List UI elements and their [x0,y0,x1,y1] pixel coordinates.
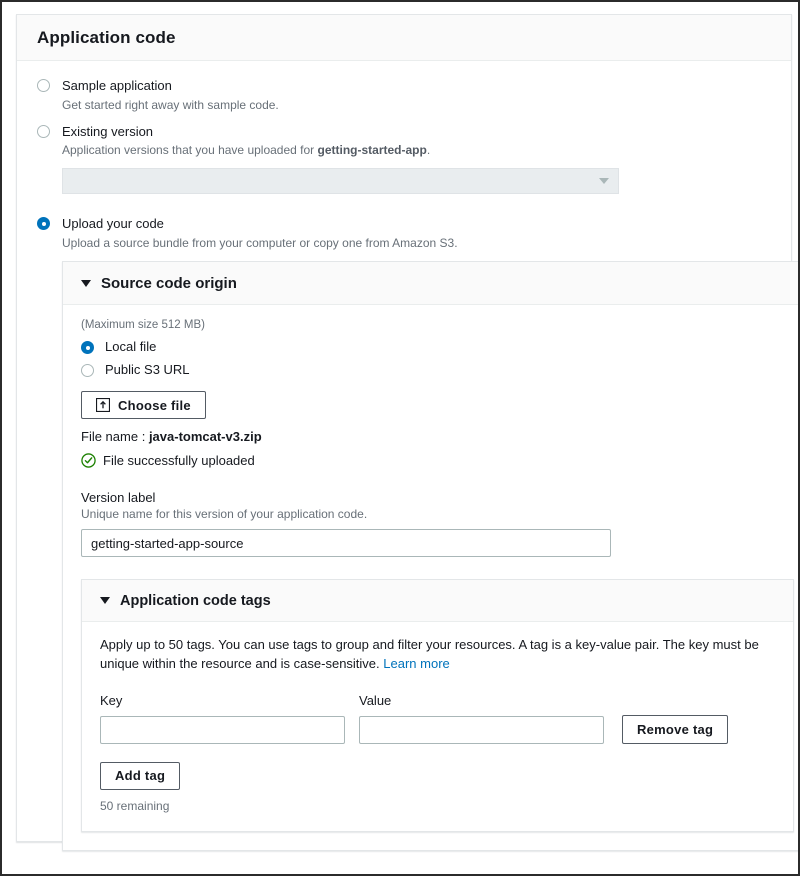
file-name-value: java-tomcat-v3.zip [148,429,262,445]
application-name: getting-started-app [317,143,427,158]
description-prefix: Application versions that you have uploa… [62,143,318,158]
upload-status-text: File successfully uploaded [103,453,255,469]
application-code-panel: Application code Sample application Get … [16,14,798,851]
tag-value-input[interactable] [359,715,604,744]
choose-file-button[interactable]: Choose file [81,391,206,420]
radio-indicator-public-s3-url[interactable] [81,364,94,378]
radio-indicator-existing-version[interactable] [37,124,50,138]
existing-version-select[interactable] [62,168,619,195]
radio-option-upload-your-code[interactable]: Upload your code Upload a source bundle … [37,215,771,251]
tags-remaining-count: 50 remaining [100,798,170,813]
caret-down-icon[interactable] [100,597,110,605]
screenshot-frame: Application code Sample application Get … [0,0,800,876]
panel-body: Sample application Get started right awa… [17,61,798,871]
version-label-hint: Unique name for this version of your app… [81,507,368,522]
radio-text-group: Sample application Get started right awa… [62,77,279,113]
radio-option-sample-application[interactable]: Sample application Get started right awa… [37,77,771,113]
radio-indicator-upload-your-code[interactable] [37,217,50,231]
tag-value-label: Value [359,692,392,708]
learn-more-link[interactable]: Learn more [383,656,449,671]
radio-label-public-s3-url: Public S3 URL [105,362,190,378]
success-check-circle-icon [81,453,96,468]
upload-icon [96,398,110,413]
version-label-field: Version label Unique name for this versi… [81,490,792,558]
tags-description: Apply up to 50 tags. You can use tags to… [100,636,775,674]
version-label-input[interactable] [81,529,611,558]
radio-label-local-file: Local file [105,339,157,355]
radio-option-existing-version[interactable]: Existing version Application versions th… [37,123,771,159]
radio-label-sample-application: Sample application [62,78,172,93]
radio-option-public-s3-url[interactable]: Public S3 URL [81,362,792,378]
page-title: Application code [37,27,176,47]
radio-text-group: Upload your code Upload a source bundle … [62,215,458,251]
tag-key-column: Key [100,693,345,744]
radio-description-sample-application: Get started right away with sample code. [62,97,279,112]
source-code-origin-panel: Source code origin (Maximum size 512 MB)… [62,261,798,851]
upload-status: File successfully uploaded [81,453,792,468]
description-suffix: . [426,143,431,158]
radio-option-local-file[interactable]: Local file [81,339,792,355]
choose-file-label: Choose file [118,397,191,413]
caret-down-icon[interactable] [81,279,91,287]
radio-label-existing-version: Existing version [62,123,154,139]
radio-description-upload-your-code: Upload a source bundle from your compute… [62,236,458,251]
source-code-origin-title: Source code origin [101,274,237,292]
page-background: Application code Sample application Get … [4,4,798,872]
tag-key-label: Key [100,692,123,708]
source-code-origin-body: (Maximum size 512 MB) Local file Public … [63,305,798,850]
file-name-label: File name : [81,429,146,445]
application-code-tags-body: Apply up to 50 tags. You can use tags to… [82,622,793,831]
chevron-down-icon [599,178,609,185]
radio-indicator-sample-application[interactable] [37,79,50,92]
application-code-tags-panel: Application code tags Apply up to 50 tag… [81,579,794,832]
application-code-tags-header[interactable]: Application code tags [82,580,793,623]
radio-text-group: Existing version Application versions th… [62,123,430,159]
application-code-tags-title: Application code tags [120,592,271,609]
source-code-origin-header[interactable]: Source code origin [63,262,798,306]
radio-indicator-local-file[interactable] [81,341,94,355]
remove-tag-button[interactable]: Remove tag [622,714,729,744]
tag-value-column: Value [359,693,604,744]
radio-description-existing-version: Application versions that you have uploa… [62,142,430,158]
tag-key-input[interactable] [100,715,345,744]
add-tag-button[interactable]: Add tag [100,761,181,790]
version-label-title: Version label [81,490,156,506]
panel-header: Application code [17,15,791,61]
file-name-row: File name : java-tomcat-v3.zip [81,429,792,444]
tag-row: Key Value Remove tag [100,693,775,744]
max-size-note: (Maximum size 512 MB) [81,319,205,332]
radio-label-upload-your-code: Upload your code [62,216,164,232]
